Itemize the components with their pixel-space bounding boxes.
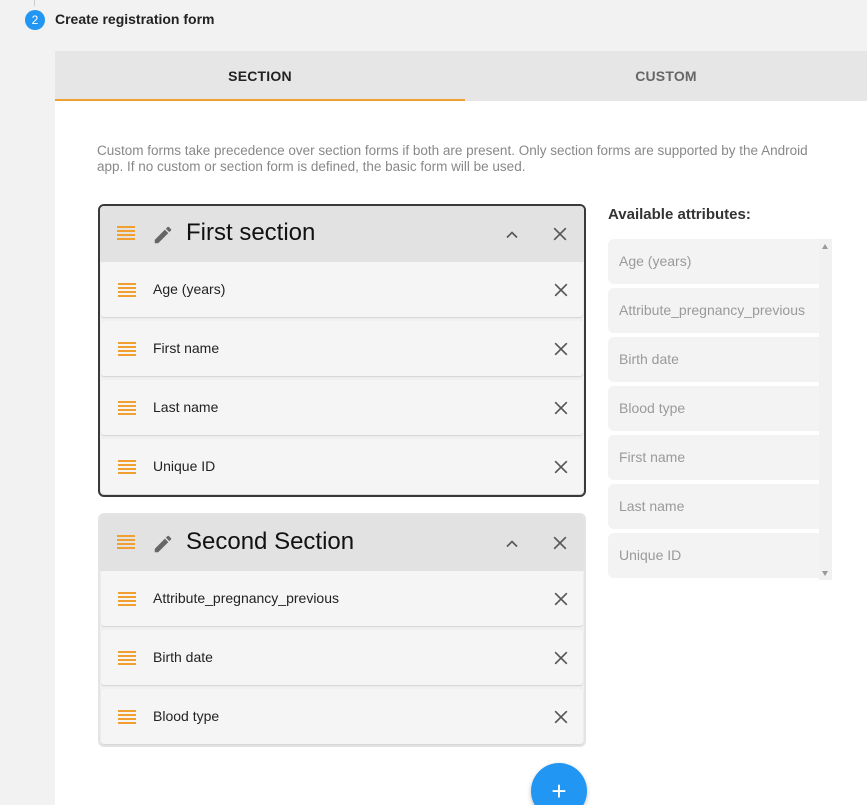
field-row: Attribute_pregnancy_previous [101,571,583,626]
section-card: First section Age (years) First name Las… [98,204,586,497]
section-header: Second Section [100,515,584,571]
step-title: Create registration form [55,11,215,27]
field-row: First name [101,321,583,376]
available-attribute-item[interactable]: Last name [608,484,832,529]
field-label: Age (years) [153,281,226,297]
available-attribute-item[interactable]: Birth date [608,337,832,382]
scrollbar[interactable] [819,239,832,580]
add-section-button[interactable]: + [531,763,587,805]
tab-bar: SECTION CUSTOM [55,51,867,101]
field-label: Blood type [153,708,220,724]
field-label: Last name [153,399,219,415]
drag-handle-icon[interactable] [118,460,136,474]
available-attributes-list: Age (years) Attribute_pregnancy_previous… [608,239,832,580]
drag-handle-icon[interactable] [117,226,135,240]
scroll-down-arrow-icon[interactable] [822,571,828,576]
edit-icon[interactable] [152,224,174,246]
form-panel: SECTION CUSTOM Custom forms take precede… [55,51,867,805]
drag-handle-icon[interactable] [118,651,136,665]
remove-field-icon[interactable] [551,648,571,668]
section-card: Second Section Attribute_pregnancy_previ… [98,513,586,747]
section-title: Second Section [186,528,355,555]
available-attribute-item[interactable]: Unique ID [608,533,832,578]
remove-field-icon[interactable] [551,707,571,727]
field-row: Unique ID [101,439,583,494]
remove-field-icon[interactable] [551,280,571,300]
scroll-up-arrow-icon[interactable] [822,244,828,249]
available-attributes-title: Available attributes: [608,206,751,223]
available-attribute-item[interactable]: First name [608,435,832,480]
remove-field-icon[interactable] [551,457,571,477]
available-attribute-item[interactable]: Attribute_pregnancy_previous [608,288,832,333]
drag-handle-icon[interactable] [118,342,136,356]
field-label: Unique ID [153,458,216,474]
chevron-up-icon[interactable] [502,534,522,554]
available-attribute-item[interactable]: Blood type [608,386,832,431]
drag-handle-icon[interactable] [118,401,136,415]
remove-section-icon[interactable] [550,533,570,553]
tab-custom[interactable]: CUSTOM [465,51,867,101]
drag-handle-icon[interactable] [118,710,136,724]
drag-handle-icon[interactable] [118,592,136,606]
edit-icon[interactable] [152,533,174,555]
chevron-up-icon[interactable] [502,225,522,245]
field-row: Age (years) [101,262,583,317]
step-number-badge: 2 [25,10,45,30]
field-row: Blood type [101,689,583,744]
remove-field-icon[interactable] [551,589,571,609]
step-header: 2 Create registration form [0,0,867,40]
section-header: First section [100,206,584,262]
tab-section[interactable]: SECTION [55,51,465,101]
field-row: Birth date [101,630,583,685]
drag-handle-icon[interactable] [118,283,136,297]
step-connector [34,0,35,6]
available-attribute-item[interactable]: Age (years) [608,239,832,284]
remove-section-icon[interactable] [550,224,570,244]
field-label: Attribute_pregnancy_previous [153,590,340,606]
remove-field-icon[interactable] [551,398,571,418]
remove-field-icon[interactable] [551,339,571,359]
drag-handle-icon[interactable] [117,535,135,549]
section-title: First section [186,219,316,246]
field-label: First name [153,340,220,356]
form-description: Custom forms take precedence over sectio… [97,143,808,174]
field-label: Birth date [153,649,213,665]
field-row: Last name [101,380,583,435]
